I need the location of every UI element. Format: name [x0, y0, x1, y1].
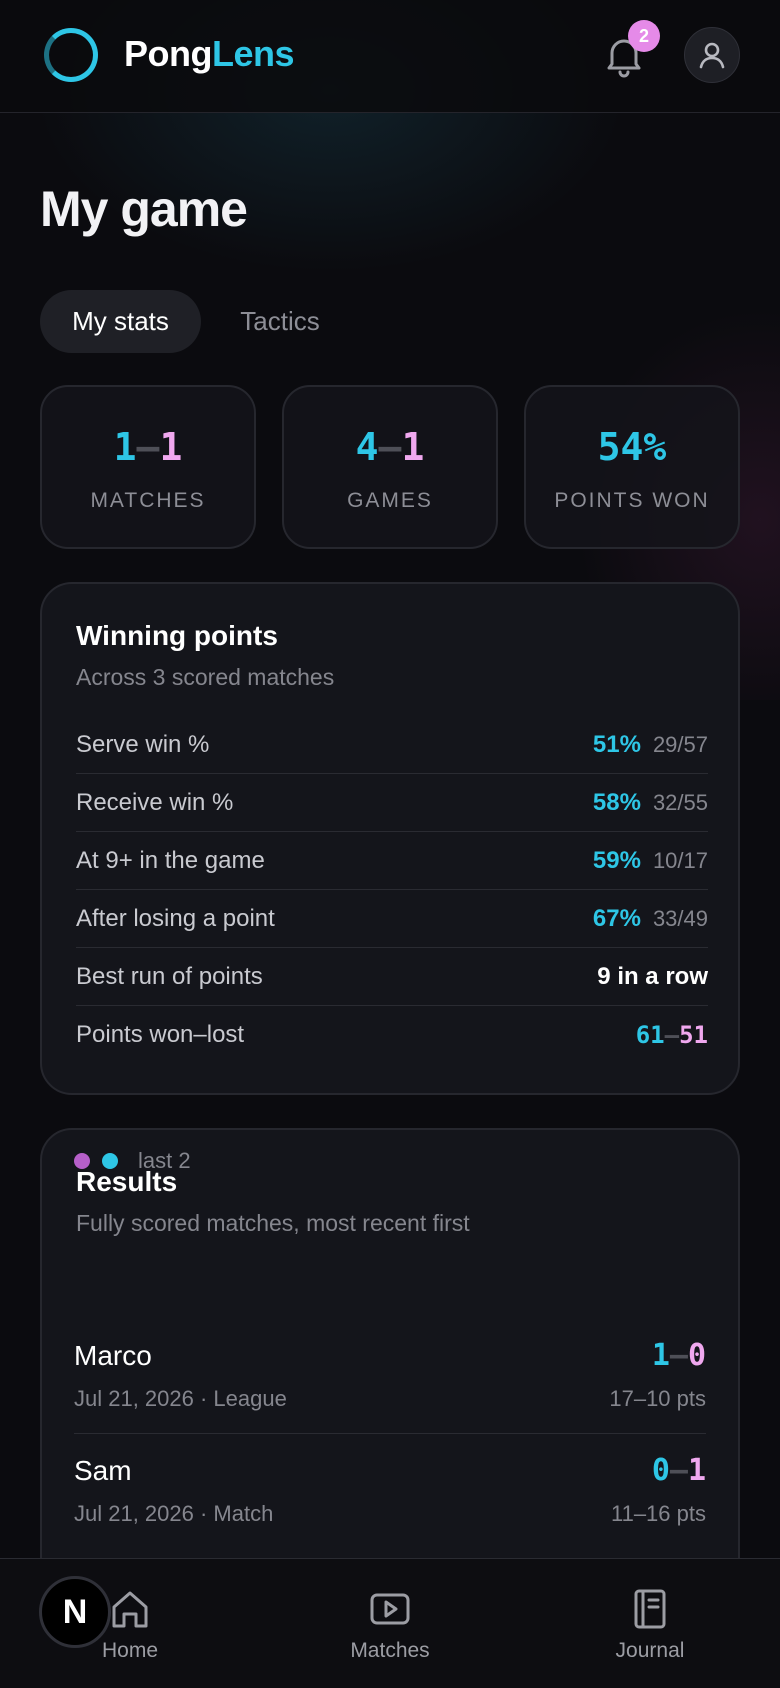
- fab-letter: N: [62, 1592, 88, 1631]
- match-points: 11–16 pts: [610, 1501, 706, 1526]
- brand-name[interactable]: PongLens: [124, 33, 295, 75]
- record-separator: –: [378, 425, 402, 469]
- score-separator: –: [664, 1021, 680, 1049]
- match-score: 1–0: [652, 1338, 706, 1373]
- app-header: PongLens 2: [0, 0, 780, 113]
- page-title: My game: [40, 181, 248, 237]
- nav-label: Journal: [615, 1639, 685, 1662]
- row-fraction: 32/55: [652, 789, 708, 815]
- row-percent: 59%: [592, 846, 641, 874]
- row-label: At 9+ in the game: [76, 846, 265, 874]
- row-fraction: 33/49: [652, 905, 708, 931]
- row-fraction: 10/17: [652, 847, 708, 873]
- bottom-nav: Home Matches Journal: [0, 1558, 780, 1688]
- record-separator: –: [136, 425, 160, 469]
- stat-row-points-won-lost: Points won–lost 61–51: [76, 1006, 708, 1064]
- score-separator: –: [669, 1338, 688, 1373]
- row-percent: 58%: [592, 788, 641, 816]
- points-won-value: 54%: [597, 425, 667, 469]
- row-fraction: 29/57: [652, 731, 708, 757]
- stat-label-matches: MATCHES: [90, 489, 206, 512]
- row-percent: 67%: [592, 904, 641, 932]
- nav-item-matches[interactable]: Matches: [300, 1559, 480, 1688]
- opponent-name: Sam: [74, 1455, 132, 1486]
- journal-icon: [628, 1587, 672, 1631]
- games-record: 4–1: [284, 425, 496, 469]
- score-mine: 0: [651, 1453, 670, 1488]
- winning-points-panel: Winning points Across 3 scored matches S…: [40, 582, 740, 1095]
- list-item[interactable]: Sam Jul 21, 2026 · Match 0–1 11–16 pts: [74, 1439, 706, 1549]
- list-item[interactable]: Marco Jul 21, 2026 · League 1–0 17–10 pt…: [74, 1324, 706, 1434]
- opponent-name: Marco: [74, 1340, 152, 1371]
- brand-part-1: Pong: [124, 33, 212, 74]
- score-mine: 1: [651, 1338, 670, 1373]
- panel-subtitle: Fully scored matches, most recent first: [76, 1210, 470, 1236]
- match-meta: Jul 21, 2026 · League: [74, 1386, 287, 1411]
- nav-item-journal[interactable]: Journal: [560, 1559, 740, 1688]
- stat-label-points-won: POINTS WON: [554, 489, 710, 512]
- match-score: 0–1: [652, 1453, 706, 1488]
- matches-lost: 1: [159, 425, 183, 469]
- matches-record: 1–1: [42, 425, 254, 469]
- panel-title: Winning points: [76, 620, 278, 651]
- stat-row-receive: Receive win % 58% 32/55: [76, 774, 708, 832]
- home-icon: [108, 1587, 152, 1631]
- tab-my-stats[interactable]: My stats: [40, 290, 201, 353]
- form-dot-win: [102, 1153, 118, 1169]
- match-meta: Jul 21, 2026 · Match: [74, 1501, 274, 1526]
- tab-tactics[interactable]: Tactics: [216, 290, 344, 353]
- nav-label: Matches: [350, 1639, 430, 1662]
- stat-label-games: GAMES: [347, 489, 433, 512]
- row-label: Best run of points: [76, 962, 263, 990]
- notification-badge: 2: [628, 20, 660, 52]
- user-icon[interactable]: [684, 27, 740, 83]
- stat-row-best-run: Best run of points 9 in a row: [76, 948, 708, 1006]
- stat-row-after-losing: After losing a point 67% 33/49: [76, 890, 708, 948]
- points-won: 61: [635, 1021, 665, 1049]
- play-icon: [368, 1587, 412, 1631]
- panel-subtitle: Across 3 scored matches: [76, 664, 335, 690]
- row-label: After losing a point: [76, 904, 275, 932]
- games-lost: 1: [401, 425, 425, 469]
- points-lost: 51: [679, 1021, 708, 1049]
- stat-card-points-won: 54% POINTS WON: [524, 385, 740, 549]
- stat-card-games: 4–1 GAMES: [282, 385, 498, 549]
- match-points: 17–10 pts: [609, 1386, 706, 1411]
- legend-text: last 2: [138, 1148, 191, 1173]
- stat-row-serve: Serve win % 51% 29/57: [76, 716, 708, 774]
- row-label: Points won–lost: [76, 1021, 245, 1048]
- row-label: Serve win %: [76, 730, 210, 758]
- score-theirs: 0: [687, 1338, 706, 1373]
- score-theirs: 1: [687, 1453, 706, 1488]
- brand-part-2: Lens: [211, 33, 295, 74]
- ring-logo-icon[interactable]: [44, 28, 98, 82]
- matches-won: 1: [113, 425, 137, 469]
- games-won: 4: [355, 425, 379, 469]
- score-separator: –: [669, 1453, 688, 1488]
- row-percent: 51%: [592, 730, 641, 758]
- stat-card-matches: 1–1 MATCHES: [40, 385, 256, 549]
- row-label: Receive win %: [76, 788, 234, 816]
- row-value: 9 in a row: [597, 962, 708, 990]
- form-dot-loss: [74, 1153, 90, 1169]
- form-legend: last 2: [74, 1148, 191, 1174]
- floating-action-button[interactable]: N: [39, 1576, 111, 1648]
- stat-row-nine-plus: At 9+ in the game 59% 10/17: [76, 832, 708, 890]
